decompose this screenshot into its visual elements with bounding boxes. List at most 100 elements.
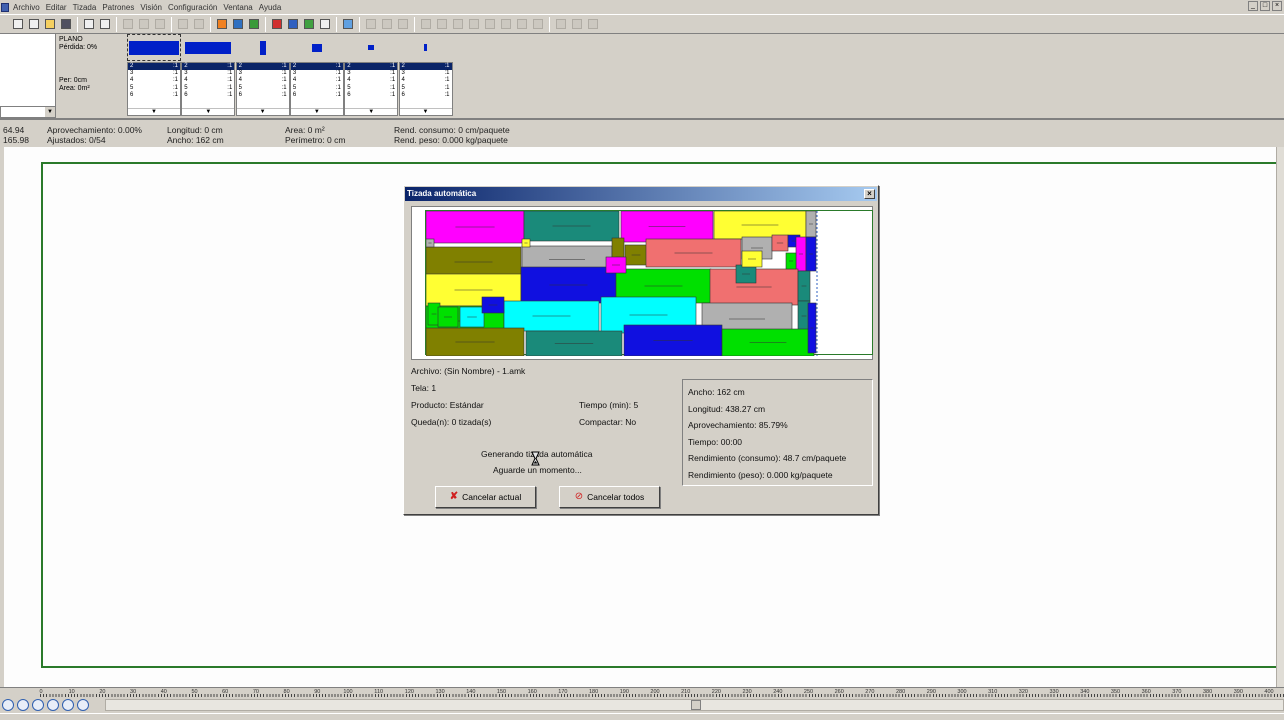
size-list[interactable]: 2:1 3:1 4:1 5:1 6:1 ▼ xyxy=(398,62,453,116)
pattern-thumbnail[interactable] xyxy=(181,34,235,61)
size-row[interactable]: 6:1 xyxy=(237,92,289,99)
pattern-thumbnail[interactable] xyxy=(344,34,398,61)
minimize-button[interactable]: _ xyxy=(1248,1,1258,11)
disabled-tool-button[interactable] xyxy=(365,18,378,31)
pattern-thumbnail[interactable] xyxy=(290,34,344,61)
chevron-down-icon[interactable]: ▼ xyxy=(128,108,180,115)
save-button[interactable] xyxy=(60,18,73,31)
maximize-button[interactable]: □ xyxy=(1260,1,1270,11)
vertical-scrollbar[interactable] xyxy=(1276,147,1284,687)
pattern-thumbnail[interactable] xyxy=(127,34,181,61)
size-list[interactable]: 2:1 3:1 4:1 5:1 6:1 ▼ xyxy=(127,62,181,116)
disabled-tool-button[interactable] xyxy=(516,18,529,31)
size-list[interactable]: 2:1 3:1 4:1 5:1 6:1 ▼ xyxy=(289,62,344,116)
auto-marker-button[interactable] xyxy=(216,18,229,31)
window-button[interactable] xyxy=(319,18,332,31)
size-row[interactable]: 4:1 xyxy=(400,77,452,84)
size-row[interactable]: 2:1 xyxy=(399,63,452,71)
disabled-tool-button[interactable] xyxy=(532,18,545,31)
rotate-button[interactable] xyxy=(287,18,300,31)
user-icon[interactable] xyxy=(77,699,89,711)
size-row[interactable]: 6:1 xyxy=(345,92,397,99)
close-window-button[interactable]: × xyxy=(1272,1,1282,11)
disabled-tool-button[interactable] xyxy=(381,18,394,31)
disabled-tool-button[interactable] xyxy=(468,18,481,31)
size-row[interactable]: 4:1 xyxy=(345,77,397,84)
horizontal-scrollbar[interactable] xyxy=(105,699,1284,711)
new-document-button[interactable] xyxy=(28,18,41,31)
chevron-down-icon[interactable]: ▼ xyxy=(345,108,398,115)
menu-configuracion[interactable]: Configuración xyxy=(165,3,220,12)
dialog-close-button[interactable]: × xyxy=(864,189,875,199)
disabled-tool-button[interactable] xyxy=(484,18,497,31)
pattern-thumbnail[interactable] xyxy=(236,34,290,61)
chevron-down-icon[interactable]: ▼ xyxy=(290,108,343,115)
menu-archivo[interactable]: Archivo xyxy=(10,3,43,12)
menu-vision[interactable]: Visión xyxy=(137,3,165,12)
scroll-thumb[interactable] xyxy=(691,700,701,710)
save-marker-button[interactable] xyxy=(232,18,245,31)
cut-button[interactable] xyxy=(122,18,135,31)
size-row[interactable]: 3:1 xyxy=(291,70,343,77)
open-button[interactable] xyxy=(44,18,57,31)
size-row[interactable]: 5:1 xyxy=(400,85,452,92)
disabled-tool-button[interactable] xyxy=(397,18,410,31)
size-row[interactable]: 6:1 xyxy=(128,92,180,99)
size-list[interactable]: 2:1 3:1 4:1 5:1 6:1 ▼ xyxy=(235,62,290,116)
delete-button[interactable] xyxy=(271,18,284,31)
size-row[interactable]: 5:1 xyxy=(345,85,397,92)
size-row[interactable]: 4:1 xyxy=(291,77,343,84)
zoom-out-icon[interactable] xyxy=(32,699,44,711)
size-row[interactable]: 5:1 xyxy=(182,85,234,92)
size-row[interactable]: 5:1 xyxy=(128,85,180,92)
menu-editar[interactable]: Editar xyxy=(43,3,70,12)
disabled-tool-button[interactable] xyxy=(452,18,465,31)
cancel-current-button[interactable]: ✘ Cancelar actual xyxy=(435,486,536,508)
menu-tizada[interactable]: Tizada xyxy=(70,3,100,12)
disabled-tool-button[interactable] xyxy=(555,18,568,31)
paste-button[interactable] xyxy=(154,18,167,31)
disabled-tool-button[interactable] xyxy=(587,18,600,31)
disabled-tool-button[interactable] xyxy=(571,18,584,31)
size-row[interactable]: 2:1 xyxy=(236,63,289,71)
size-row[interactable]: 2:1 xyxy=(128,63,180,71)
size-row[interactable]: 5:1 xyxy=(237,85,289,92)
zoom-window-icon[interactable] xyxy=(62,699,74,711)
zoom-fit-icon[interactable] xyxy=(2,699,14,711)
chevron-down-icon[interactable]: ▼ xyxy=(236,108,289,115)
disabled-tool-button[interactable] xyxy=(420,18,433,31)
menu-ayuda[interactable]: Ayuda xyxy=(256,3,285,12)
size-row[interactable]: 6:1 xyxy=(291,92,343,99)
size-row[interactable]: 2:1 xyxy=(345,63,398,71)
size-row[interactable]: 6:1 xyxy=(400,92,452,99)
size-row[interactable]: 4:1 xyxy=(128,77,180,84)
size-list[interactable]: 2:1 3:1 4:1 5:1 6:1 ▼ xyxy=(344,62,399,116)
zoom-prev-icon[interactable] xyxy=(47,699,59,711)
measure-button[interactable] xyxy=(303,18,316,31)
size-row[interactable]: 2:1 xyxy=(290,63,343,71)
menu-patrones[interactable]: Patrones xyxy=(99,3,137,12)
print-button[interactable] xyxy=(99,18,112,31)
disabled-tool-button[interactable] xyxy=(500,18,513,31)
size-row[interactable]: 2:1 xyxy=(182,63,235,71)
menu-ventana[interactable]: Ventana xyxy=(220,3,255,12)
redo-button[interactable] xyxy=(193,18,206,31)
preview-select[interactable]: ▼ xyxy=(0,106,56,118)
size-row[interactable]: 6:1 xyxy=(182,92,234,99)
size-row[interactable]: 3:1 xyxy=(237,70,289,77)
cancel-all-button[interactable]: ⊘ Cancelar todos xyxy=(559,486,660,508)
chevron-down-icon[interactable]: ▼ xyxy=(399,108,452,115)
disabled-tool-button[interactable] xyxy=(436,18,449,31)
size-row[interactable]: 3:1 xyxy=(345,70,397,77)
eraser-button[interactable] xyxy=(342,18,355,31)
chevron-down-icon[interactable]: ▼ xyxy=(182,108,235,115)
pattern-thumbnail[interactable] xyxy=(399,34,453,61)
size-list[interactable]: 2:1 3:1 4:1 5:1 6:1 ▼ xyxy=(181,62,236,116)
size-row[interactable]: 5:1 xyxy=(291,85,343,92)
zoom-in-icon[interactable] xyxy=(17,699,29,711)
copy-button[interactable] xyxy=(138,18,151,31)
new-file-button[interactable] xyxy=(12,18,25,31)
edit-button[interactable] xyxy=(83,18,96,31)
size-row[interactable]: 4:1 xyxy=(182,77,234,84)
size-row[interactable]: 3:1 xyxy=(400,70,452,77)
